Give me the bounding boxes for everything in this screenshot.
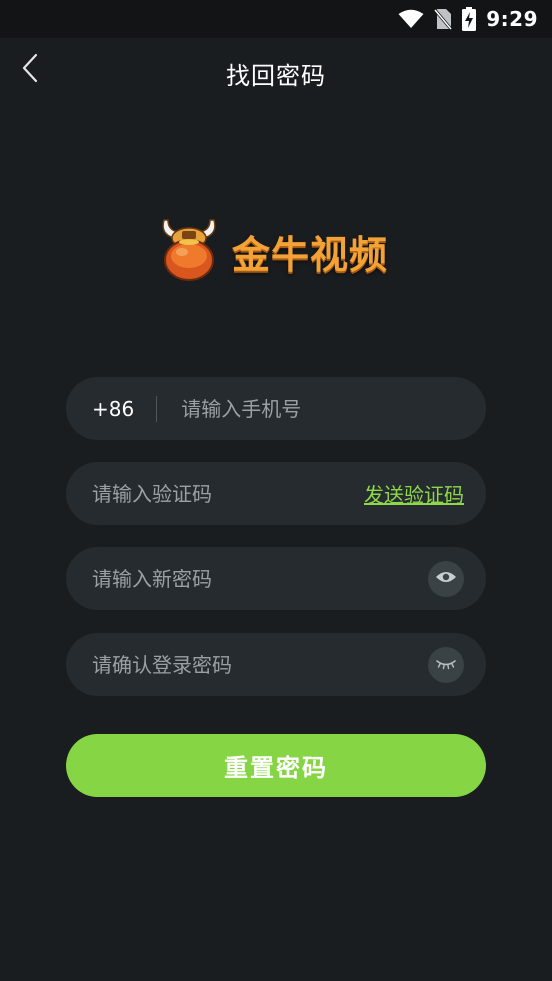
confirm-password-field [66, 633, 486, 696]
verification-code-input[interactable] [92, 481, 364, 506]
logo-text: 金牛视频 [232, 232, 389, 277]
verification-code-field: 发送验证码 [66, 462, 486, 525]
eye-open-icon [435, 569, 457, 588]
header: 找回密码 [0, 38, 552, 106]
new-password-input[interactable] [92, 566, 428, 591]
screen: 9:29 找回密码 金牛视频 +86 请输入手机号 请输入验证码 发送验证码 重… [0, 0, 552, 981]
battery-charging-icon [462, 7, 477, 31]
country-code-divider [156, 395, 158, 422]
eye-closed-icon [435, 655, 457, 674]
wifi-icon [398, 9, 424, 29]
phone-input[interactable] [181, 396, 464, 421]
bull-mascot-icon [158, 216, 220, 286]
status-bar: 9:29 [0, 0, 552, 38]
new-password-visibility-toggle[interactable] [428, 560, 464, 597]
reset-password-button[interactable]: 重置密码 [66, 734, 486, 797]
app-logo: 金牛视频 [158, 216, 388, 286]
phone-field: +86 [66, 377, 486, 440]
send-code-button[interactable]: 发送验证码 [364, 479, 464, 508]
country-code-selector[interactable]: +86 [92, 397, 134, 421]
confirm-password-visibility-toggle[interactable] [428, 646, 464, 683]
no-sim-icon [434, 8, 453, 30]
new-password-field [66, 547, 486, 610]
page-title: 找回密码 [226, 62, 326, 90]
status-time: 9:29 [486, 7, 538, 31]
confirm-password-input[interactable] [92, 652, 428, 677]
